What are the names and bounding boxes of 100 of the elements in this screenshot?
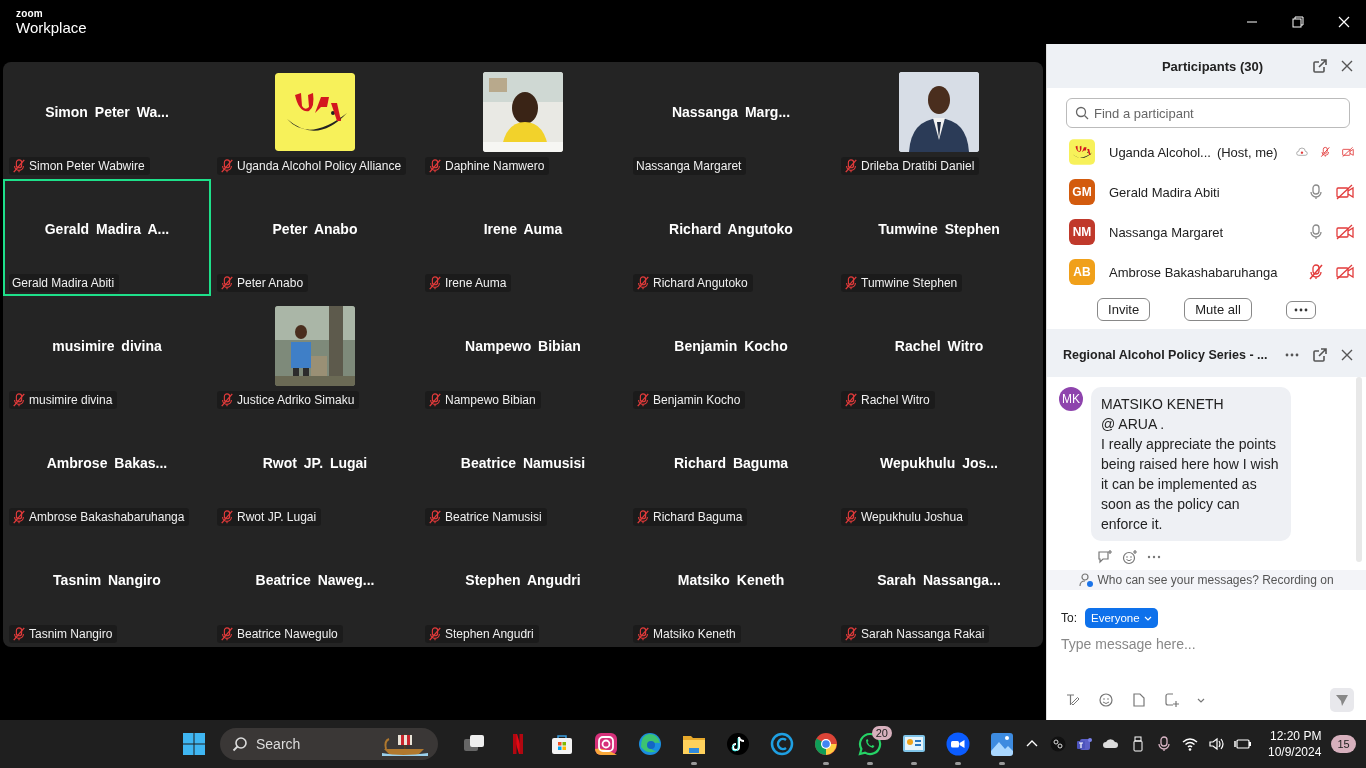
more-icon[interactable]	[1147, 555, 1161, 559]
product-name: Workplace	[16, 20, 87, 35]
avatar: AB	[1069, 259, 1095, 285]
usb-drive-icon[interactable]	[1130, 736, 1146, 752]
emoji-icon[interactable]	[1098, 692, 1114, 708]
notification-badge: 20	[871, 726, 892, 740]
role-label: (Host, me)	[1216, 144, 1278, 160]
recipient-dropdown[interactable]: Everyone	[1085, 608, 1158, 628]
name-label: Daphine Namwero	[425, 157, 550, 175]
chat-title: Regional Alcohol Policy Series - ...	[1063, 348, 1269, 362]
reply-icon[interactable]	[1097, 549, 1113, 565]
caret-icon[interactable]	[1197, 697, 1205, 703]
close-icon[interactable]	[1340, 59, 1354, 73]
person-icon	[1079, 573, 1094, 587]
teams-icon[interactable]	[1076, 736, 1092, 752]
send-button[interactable]	[1330, 688, 1354, 712]
microphone-icon[interactable]	[1156, 736, 1172, 752]
close-icon[interactable]	[1340, 348, 1354, 362]
c-logo-icon[interactable]	[770, 732, 794, 756]
name-label: Tumwine Stephen	[841, 274, 963, 292]
more-button[interactable]	[1285, 300, 1316, 319]
avatar: GM	[1069, 179, 1095, 205]
participant-name: Uganda Alcohol...	[1109, 144, 1211, 160]
search-field[interactable]: Find a participant	[1066, 98, 1350, 128]
chrome-icon[interactable]	[814, 732, 838, 756]
video-camera-icon[interactable]	[946, 732, 970, 756]
tiktok-icon[interactable]	[726, 732, 750, 756]
participant-name: Wepukhulu Jos...	[880, 454, 998, 471]
instagram-icon[interactable]	[594, 732, 618, 756]
notification-badge[interactable]: 15	[1331, 735, 1356, 753]
participant-name: Rwot JP. Lugai	[262, 454, 368, 471]
name-label: Irene Auma	[425, 274, 512, 292]
photos-icon[interactable]	[990, 732, 1014, 756]
participant-row[interactable]: Uganda Alcohol... (Host, me)	[1069, 132, 1354, 172]
name-label: Matsiko Keneth	[633, 625, 741, 643]
ship-icon	[380, 731, 430, 757]
name-label: Uganda Alcohol Policy Alliance	[217, 157, 407, 175]
pop-out-icon[interactable]	[1312, 58, 1328, 74]
participant-name: Irene Auma	[483, 220, 563, 237]
name-label: Wepukhulu Joshua	[841, 508, 968, 526]
name-label: Rachel Witro	[841, 391, 935, 409]
name-label: musimire divina	[9, 391, 118, 409]
format-icon[interactable]	[1065, 692, 1081, 708]
participant-name: Nampewo Bibian	[465, 337, 581, 354]
participant-row[interactable]: NM Nassanga Margaret	[1069, 212, 1354, 252]
battery-icon[interactable]	[1234, 736, 1252, 752]
participant-row[interactable]: AB Ambrose Bakashabaruhanga	[1069, 252, 1354, 292]
participant-name: Gerald Madira A...	[44, 220, 170, 237]
volume-icon[interactable]	[1208, 736, 1224, 752]
circle-logo-icon[interactable]	[1050, 736, 1066, 752]
add-reaction-icon[interactable]	[1122, 549, 1138, 565]
name-label: Stephen Angudri	[425, 625, 539, 643]
participant-name: Peter Anabo	[272, 220, 358, 237]
participant-name: musimire divina	[52, 337, 162, 354]
participant-name: Beatrice Naweg...	[255, 571, 375, 588]
screenshot-icon[interactable]	[1164, 692, 1180, 708]
panel-title: Participants (30)	[1160, 58, 1265, 74]
avatar: NM	[1069, 219, 1095, 245]
participant-name: Simon Peter Wa...	[45, 103, 169, 120]
participant-name: Nassanga Marg...	[671, 103, 791, 120]
pop-out-icon[interactable]	[1312, 347, 1328, 363]
name-label: Peter Anabo	[217, 274, 309, 292]
participant-name: Tasnim Nangiro	[53, 571, 161, 588]
name-label: Nassanga Margaret	[633, 157, 747, 175]
participant-row[interactable]: GM Gerald Madira Abiti	[1069, 172, 1354, 212]
more-icon	[1293, 307, 1308, 312]
store-icon[interactable]	[550, 732, 574, 756]
participant-name: Tumwine Stephen	[878, 220, 1000, 237]
edge-icon[interactable]	[638, 732, 662, 756]
name-label: Rwot JP. Lugai	[217, 508, 322, 526]
invite-button[interactable]: Invite	[1097, 298, 1151, 321]
file-icon[interactable]	[1131, 692, 1147, 708]
maximize-icon[interactable]	[1292, 16, 1304, 28]
avatar: MK	[1059, 387, 1083, 411]
name-label: Tasnim Nangiro	[9, 625, 118, 643]
name-label: Simon Peter Wabwire	[9, 157, 150, 175]
participant-name: Benjamin Kocho	[674, 337, 788, 354]
taskbar-search[interactable]: Search	[220, 728, 438, 760]
participant-name: Beatrice Namusisi	[460, 454, 586, 471]
participant-name: Stephen Angudri	[465, 571, 581, 588]
name-label: Nampewo Bibian	[425, 391, 541, 409]
windows-start-icon[interactable]	[182, 732, 206, 756]
to-label: To:	[1061, 611, 1077, 625]
name-label: Benjamin Kocho	[633, 391, 746, 409]
name-label: Beatrice Nawegulo	[217, 625, 343, 643]
search-icon	[232, 736, 248, 752]
name-label: Richard Angutoko	[633, 274, 753, 292]
participant-name: Nassanga Margaret	[1109, 224, 1224, 240]
participant-name: Richard Baguma	[673, 454, 789, 471]
name-label: Ambrose Bakashabaruhanga	[9, 508, 190, 526]
participant-name: Ambrose Bakas...	[46, 454, 168, 471]
name-label: Justice Adriko Simaku	[217, 391, 360, 409]
participant-name: Gerald Madira Abiti	[1109, 184, 1220, 200]
send-icon	[1335, 693, 1349, 707]
wifi-icon[interactable]	[1182, 736, 1198, 752]
participant-name: Richard Angutoko	[669, 220, 793, 237]
mute-all-button[interactable]: Mute all	[1184, 298, 1252, 321]
participant-name: Matsiko Keneth	[677, 571, 785, 588]
clock[interactable]: 12:20 PM 10/9/2024	[1268, 728, 1322, 760]
participant-name: Rachel Witro	[894, 337, 984, 354]
